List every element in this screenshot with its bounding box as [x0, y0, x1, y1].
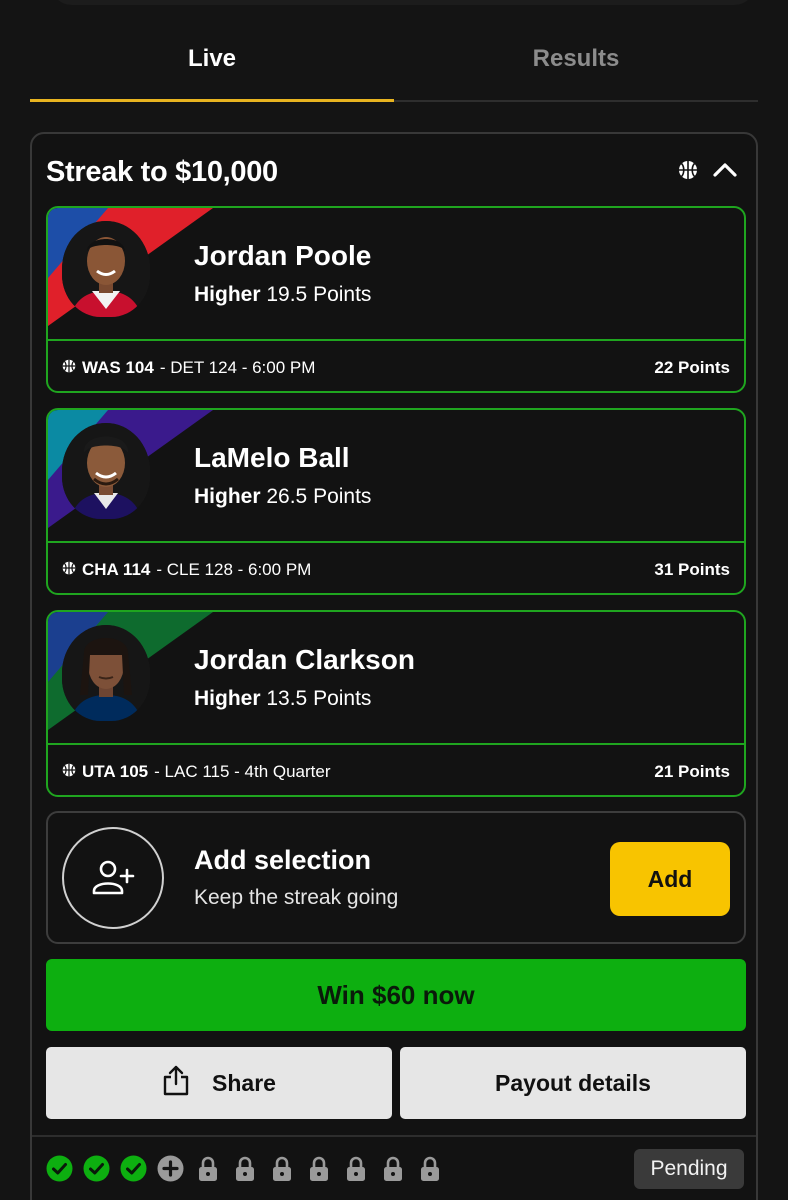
pick-card[interactable]: Jordan Clarkson Higher 13.5 Points UTA 1…: [46, 610, 746, 797]
game-row: WAS 104 - DET 124 - 6:00 PM 22 Points: [48, 343, 744, 391]
panel-title: Streak to $10,000: [46, 155, 278, 188]
pick-card[interactable]: Jordan Poole Higher 19.5 Points WAS 104 …: [46, 206, 746, 393]
game-status: - DET 124 - 6:00 PM: [159, 358, 316, 377]
player-avatar: [62, 625, 150, 721]
add-selection-card: Add selection Keep the streak going Add: [46, 811, 746, 944]
lock-icon: [305, 1155, 332, 1182]
tab-bar: Live Results: [30, 30, 758, 102]
lock-icon: [342, 1155, 369, 1182]
basketball-icon: [62, 762, 76, 782]
team-score: CHA 114: [82, 560, 151, 579]
player-name: Jordan Clarkson: [194, 644, 415, 675]
team-score: WAS 104: [82, 358, 154, 377]
lock-icon: [268, 1155, 295, 1182]
team-score: UTA 105: [82, 762, 149, 781]
lock-icon: [194, 1155, 221, 1182]
share-button[interactable]: Share: [46, 1047, 392, 1119]
plus-circle-icon[interactable]: [157, 1155, 184, 1182]
game-row: CHA 114 - CLE 128 - 6:00 PM 31 Points: [48, 545, 744, 593]
lock-icon: [231, 1155, 258, 1182]
player-avatar: [62, 221, 150, 317]
result-points: 22 Points: [654, 358, 730, 377]
pick-line-value: 19.5 Points: [266, 283, 372, 306]
add-user-icon[interactable]: [62, 827, 164, 929]
action-buttons: Share Payout details: [46, 1047, 746, 1119]
add-selection-title: Add selection: [194, 845, 372, 875]
player-name: Jordan Poole: [194, 240, 372, 271]
game-row: UTA 105 - LAC 115 - 4th Quarter 21 Point…: [48, 747, 744, 795]
divider: [32, 1135, 756, 1137]
pick-direction: Higher: [194, 687, 261, 710]
result-points: 21 Points: [654, 762, 730, 781]
pick-header: Jordan Poole Higher 19.5 Points: [48, 208, 744, 341]
pick-line-value: 26.5 Points: [266, 485, 372, 508]
tab-results[interactable]: Results: [394, 30, 758, 100]
basketball-icon: [62, 358, 76, 378]
win-now-button[interactable]: Win $60 now: [46, 959, 746, 1031]
top-bar: [50, 0, 756, 5]
status-badge: Pending: [634, 1149, 744, 1189]
pick-header: Jordan Clarkson Higher 13.5 Points: [48, 612, 744, 745]
chevron-up-icon[interactable]: [712, 160, 738, 185]
pick-direction: Higher: [194, 283, 261, 306]
check-icon: [120, 1155, 147, 1182]
streak-panel: Streak to $10,000 Jordan Poole Higher 19…: [30, 132, 758, 1200]
streak-progress: [46, 1155, 443, 1182]
add-selection-subtitle: Keep the streak going: [194, 886, 399, 909]
basketball-icon: [678, 160, 698, 185]
share-icon: [162, 1064, 190, 1102]
player-avatar: [62, 423, 150, 519]
pick-header: LaMelo Ball Higher 26.5 Points: [48, 410, 744, 543]
tab-live[interactable]: Live: [30, 30, 394, 102]
share-label: Share: [212, 1069, 276, 1096]
pick-direction: Higher: [194, 485, 261, 508]
pick-line: Higher 26.5 Points: [194, 485, 371, 509]
pick-line: Higher 13.5 Points: [194, 687, 371, 711]
lock-icon: [416, 1155, 443, 1182]
pick-line-value: 13.5 Points: [266, 687, 372, 710]
pick-card[interactable]: LaMelo Ball Higher 26.5 Points CHA 114 -…: [46, 408, 746, 595]
payout-details-button[interactable]: Payout details: [400, 1047, 746, 1119]
lock-icon: [379, 1155, 406, 1182]
game-status: - LAC 115 - 4th Quarter: [154, 762, 331, 781]
panel-header: Streak to $10,000: [46, 152, 738, 192]
add-button[interactable]: Add: [610, 842, 730, 916]
pick-line: Higher 19.5 Points: [194, 283, 371, 307]
game-status: - CLE 128 - 6:00 PM: [156, 560, 312, 579]
player-name: LaMelo Ball: [194, 442, 350, 473]
check-icon: [83, 1155, 110, 1182]
basketball-icon: [62, 560, 76, 580]
check-icon: [46, 1155, 73, 1182]
result-points: 31 Points: [654, 560, 730, 579]
